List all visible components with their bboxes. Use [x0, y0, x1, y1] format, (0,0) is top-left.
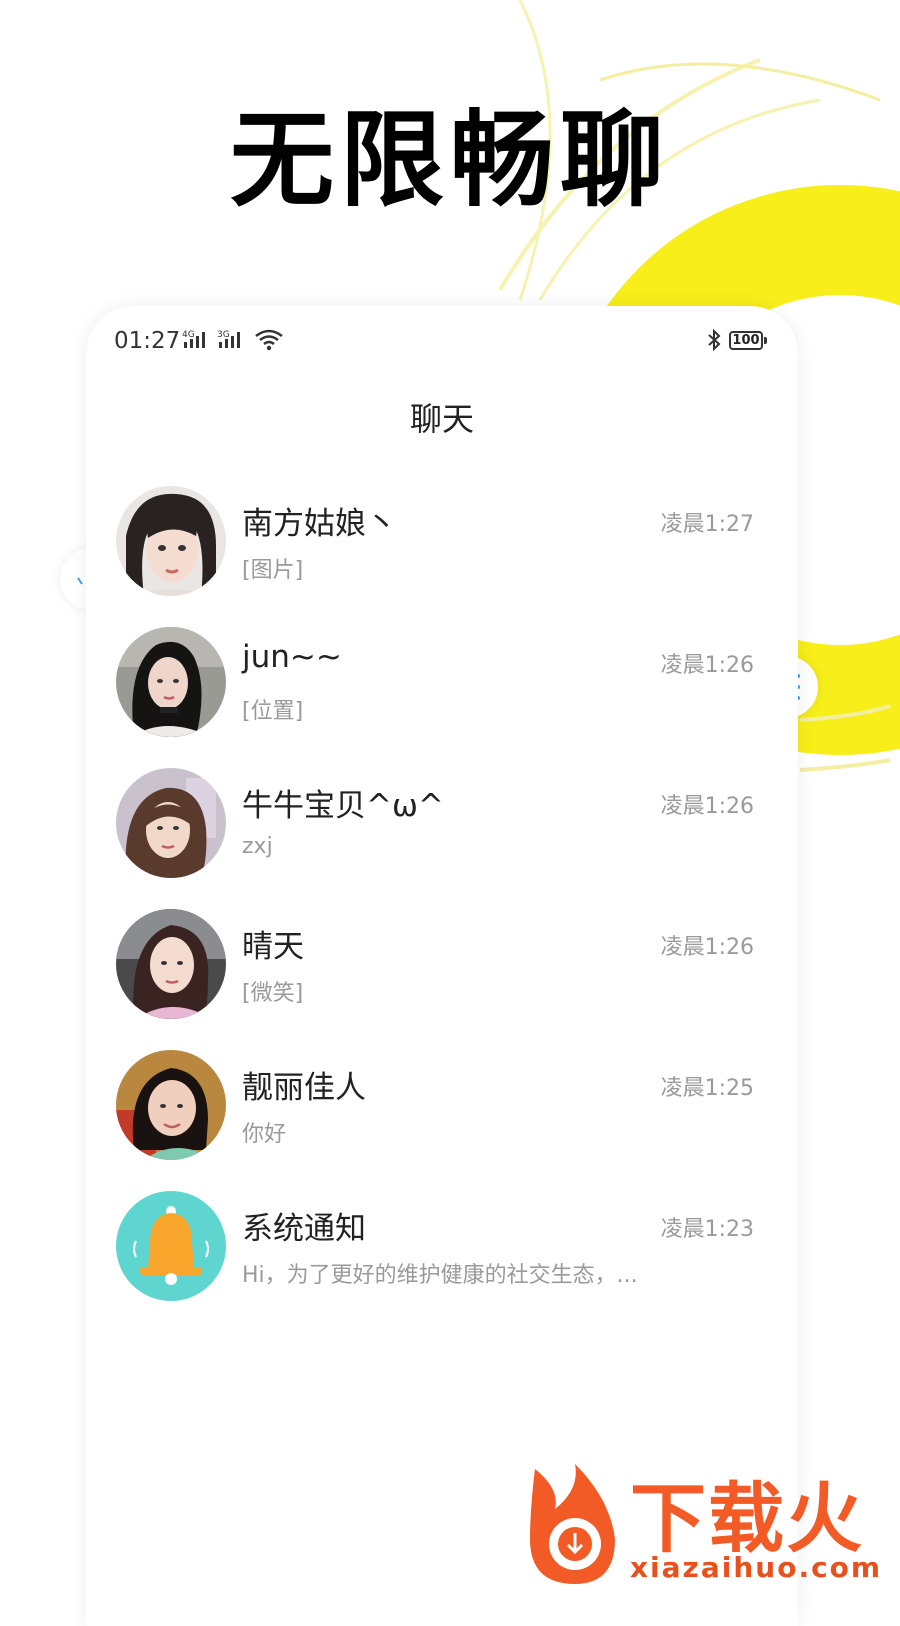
chat-name: 晴天 [242, 929, 304, 965]
chat-name: 系统通知 [242, 1211, 366, 1247]
chat-name: 牛牛宝贝^ω^ [242, 788, 444, 824]
battery-icon: 100 [729, 331, 767, 350]
chat-time: 凌晨1:26 [660, 653, 754, 678]
chat-time: 凌晨1:27 [660, 512, 754, 537]
chat-preview: [位置] [242, 699, 304, 724]
chat-item[interactable]: 晴天 [微笑] 凌晨1:26 [86, 907, 798, 1048]
signal-icon: 4G [182, 330, 205, 348]
chat-item[interactable]: 牛牛宝贝^ω^ zxj 凌晨1:26 [86, 766, 798, 907]
chat-time: 凌晨1:26 [660, 935, 754, 960]
avatar [116, 909, 226, 1019]
system-avatar [116, 1191, 226, 1301]
status-time: 01:27 [114, 328, 181, 354]
signal-icon: 3G [217, 330, 240, 348]
chat-name: jun~~ [242, 639, 342, 675]
network-label-2: 3G [217, 330, 230, 340]
chat-time: 凌晨1:26 [660, 794, 754, 819]
chat-time: 凌晨1:25 [660, 1076, 754, 1101]
chat-name: 南方姑娘丶 [242, 506, 397, 542]
chat-preview: 你好 [242, 1122, 287, 1147]
battery-level: 100 [732, 333, 760, 348]
chat-item[interactable]: 南方姑娘丶 [图片] 凌晨1:27 [86, 484, 798, 625]
chat-preview: [微笑] [242, 981, 304, 1006]
page-title: 聊天 [409, 400, 474, 438]
status-bar: 01:27 4G 3G 100 [86, 306, 798, 376]
headline: 无限畅聊 [229, 99, 670, 221]
chat-name: 靓丽佳人 [242, 1070, 366, 1106]
avatar [116, 1050, 226, 1160]
chat-item[interactable]: 系统通知 Hi，为了更好的维护健康的社交生态，... 凌晨1:23 [86, 1189, 798, 1330]
chat-time: 凌晨1:23 [660, 1217, 754, 1242]
chat-list: 南方姑娘丶 [图片] 凌晨1:27 jun~~ [位置] 凌晨1:26 牛牛宝贝… [86, 484, 798, 1330]
phone-screen: 01:27 4G 3G 100 聊天 南方姑娘丶 [图片] 凌晨1:27 jun… [86, 306, 798, 1626]
wifi-icon [255, 329, 283, 351]
bluetooth-icon [708, 328, 721, 352]
chat-preview: [图片] [242, 558, 304, 583]
avatar [116, 486, 226, 596]
watermark-url: xiazaihuo.com [630, 1551, 883, 1584]
chat-item[interactable]: jun~~ [位置] 凌晨1:26 [86, 625, 798, 766]
flame-logo-icon [530, 1464, 615, 1584]
chat-item[interactable]: 靓丽佳人 你好 凌晨1:25 [86, 1048, 798, 1189]
bell-icon [116, 1191, 226, 1301]
watermark: 下载火 xiazaihuo.com [520, 1455, 900, 1600]
avatar [116, 768, 226, 878]
avatar [116, 627, 226, 737]
chat-preview: Hi，为了更好的维护健康的社交生态，... [242, 1263, 638, 1288]
chat-preview: zxj [242, 834, 273, 859]
network-label-1: 4G [182, 330, 195, 340]
